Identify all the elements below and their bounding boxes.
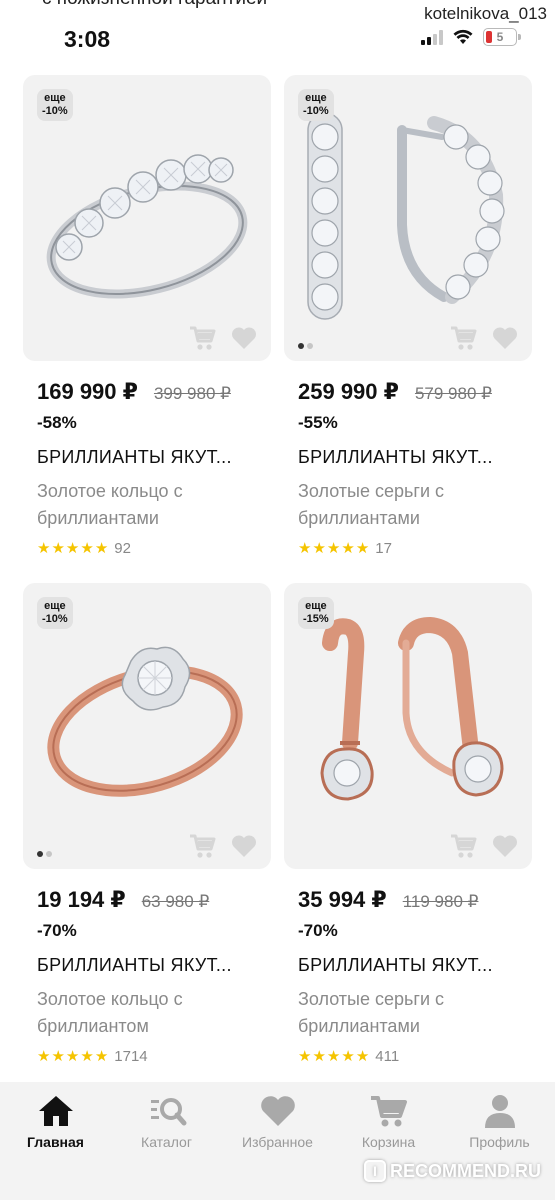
discount-percent: -58% bbox=[37, 413, 77, 432]
discount-percent: -70% bbox=[298, 921, 338, 940]
card-actions bbox=[189, 833, 257, 859]
status-icons: 5 bbox=[421, 28, 521, 46]
product-image[interactable]: еще -10% bbox=[284, 75, 532, 361]
catalog-search-icon bbox=[150, 1098, 186, 1126]
add-to-cart-icon[interactable] bbox=[450, 325, 478, 351]
review-count: 1714 bbox=[114, 1048, 148, 1065]
star-rating-icon: ★ ★ ★ ★ ★ bbox=[298, 540, 370, 557]
product-card[interactable]: еще -10% 259 990 ₽ 579 980 ₽ -55% БРИЛЛИ… bbox=[284, 75, 532, 557]
old-price: 579 980 ₽ bbox=[414, 384, 492, 403]
watermark: I RECOMMEND.RU bbox=[364, 1160, 541, 1182]
app-screen: с пожизненной гарантией kotelnikova_013 … bbox=[0, 0, 555, 1200]
top-cut-text: с пожизненной гарантией bbox=[42, 0, 267, 10]
card-actions bbox=[450, 325, 518, 351]
discount-percent: -55% bbox=[298, 413, 338, 432]
star-rating-icon: ★ ★ ★ ★ ★ bbox=[37, 1048, 109, 1065]
review-count: 17 bbox=[375, 540, 392, 557]
favorite-icon[interactable] bbox=[231, 326, 257, 350]
discount-badge: еще -15% bbox=[298, 597, 334, 629]
price-row: 169 990 ₽ 399 980 ₽ bbox=[23, 379, 271, 405]
heart-icon bbox=[260, 1096, 295, 1126]
price: 169 990 ₽ bbox=[37, 379, 138, 404]
discount-badge: еще -10% bbox=[298, 89, 334, 121]
add-to-cart-icon[interactable] bbox=[450, 833, 478, 859]
card-actions bbox=[189, 325, 257, 351]
star-rating-icon: ★ ★ ★ ★ ★ bbox=[37, 540, 109, 557]
watermark-text: RECOMMEND.RU bbox=[390, 1160, 541, 1181]
wifi-icon bbox=[453, 29, 473, 44]
price: 35 994 ₽ bbox=[298, 887, 387, 912]
price: 259 990 ₽ bbox=[298, 379, 399, 404]
nav-catalog[interactable]: Каталог bbox=[112, 1094, 222, 1200]
product-description[interactable]: Золотое кольцо с бриллиантами bbox=[23, 478, 263, 532]
price-row: 35 994 ₽ 119 980 ₽ bbox=[284, 887, 532, 913]
nav-label: Корзина bbox=[361, 1134, 416, 1150]
old-price: 63 980 ₽ bbox=[141, 892, 210, 911]
rating: ★ ★ ★ ★ ★ 92 bbox=[23, 540, 271, 557]
rating: ★ ★ ★ ★ ★ 17 bbox=[284, 540, 532, 557]
battery-icon: 5 bbox=[483, 28, 521, 46]
product-image[interactable]: еще -10% bbox=[23, 75, 271, 361]
brand-name[interactable]: БРИЛЛИАНТЫ ЯКУТ... bbox=[284, 447, 532, 468]
star-rating-icon: ★ ★ ★ ★ ★ bbox=[298, 1048, 370, 1065]
product-image[interactable]: еще -15% bbox=[284, 583, 532, 869]
nav-label: Избранное bbox=[242, 1134, 313, 1150]
signal-icon bbox=[421, 29, 443, 45]
product-image[interactable]: еще -10% bbox=[23, 583, 271, 869]
username-overlay: kotelnikova_013 bbox=[424, 4, 547, 23]
product-card[interactable]: еще -15% 35 994 ₽ 119 980 ₽ -70% БРИЛЛИА… bbox=[284, 583, 532, 1065]
product-card[interactable]: еще -10% 19 194 ₽ 63 980 ₽ -70% БРИЛЛИАН… bbox=[23, 583, 271, 1065]
profile-icon bbox=[484, 1095, 515, 1128]
price-row: 19 194 ₽ 63 980 ₽ bbox=[23, 887, 271, 913]
discount-badge: еще -10% bbox=[37, 89, 73, 121]
status-time: 3:08 bbox=[64, 26, 111, 52]
add-to-cart-icon[interactable] bbox=[189, 325, 217, 351]
image-pager-dots[interactable] bbox=[298, 343, 313, 349]
discount-percent: -70% bbox=[37, 921, 77, 940]
brand-name[interactable]: БРИЛЛИАНТЫ ЯКУТ... bbox=[23, 955, 271, 976]
old-price: 399 980 ₽ bbox=[153, 384, 231, 403]
discount-badge: еще -10% bbox=[37, 597, 73, 629]
nav-label: Каталог bbox=[141, 1134, 192, 1150]
brand-name[interactable]: БРИЛЛИАНТЫ ЯКУТ... bbox=[23, 447, 271, 468]
review-count: 92 bbox=[114, 540, 131, 557]
rating: ★ ★ ★ ★ ★ 411 bbox=[284, 1048, 532, 1065]
battery-level: 5 bbox=[496, 30, 504, 44]
product-description[interactable]: Золотое кольцо с бриллиантом bbox=[23, 986, 263, 1040]
favorite-icon[interactable] bbox=[492, 834, 518, 858]
product-description[interactable]: Золотые серьги с бриллиантами bbox=[284, 986, 524, 1040]
price: 19 194 ₽ bbox=[37, 887, 126, 912]
rating: ★ ★ ★ ★ ★ 1714 bbox=[23, 1048, 271, 1065]
product-card[interactable]: еще -10% 169 990 ₽ 399 980 ₽ -58% БРИЛЛИ… bbox=[23, 75, 271, 557]
brand-name[interactable]: БРИЛЛИАНТЫ ЯКУТ... bbox=[284, 955, 532, 976]
watermark-logo-icon: I bbox=[364, 1160, 386, 1182]
home-icon bbox=[38, 1096, 73, 1126]
cart-icon bbox=[370, 1096, 407, 1127]
image-pager-dots[interactable] bbox=[37, 851, 52, 857]
favorite-icon[interactable] bbox=[231, 834, 257, 858]
add-to-cart-icon[interactable] bbox=[189, 833, 217, 859]
nav-cart[interactable]: Корзина bbox=[334, 1094, 444, 1200]
nav-label: Профиль bbox=[469, 1134, 530, 1150]
nav-favorites[interactable]: Избранное bbox=[223, 1094, 333, 1200]
price-row: 259 990 ₽ 579 980 ₽ bbox=[284, 379, 532, 405]
nav-home[interactable]: Главная bbox=[1, 1094, 111, 1200]
card-actions bbox=[450, 833, 518, 859]
favorite-icon[interactable] bbox=[492, 326, 518, 350]
nav-profile[interactable]: Профиль bbox=[445, 1094, 555, 1200]
old-price: 119 980 ₽ bbox=[402, 892, 479, 911]
review-count: 411 bbox=[375, 1048, 400, 1065]
product-description[interactable]: Золотые серьги с бриллиантами bbox=[284, 478, 524, 532]
nav-label: Главная bbox=[27, 1134, 84, 1150]
bottom-nav: Главная Каталог Избранное Корзина Профил… bbox=[0, 1082, 555, 1200]
